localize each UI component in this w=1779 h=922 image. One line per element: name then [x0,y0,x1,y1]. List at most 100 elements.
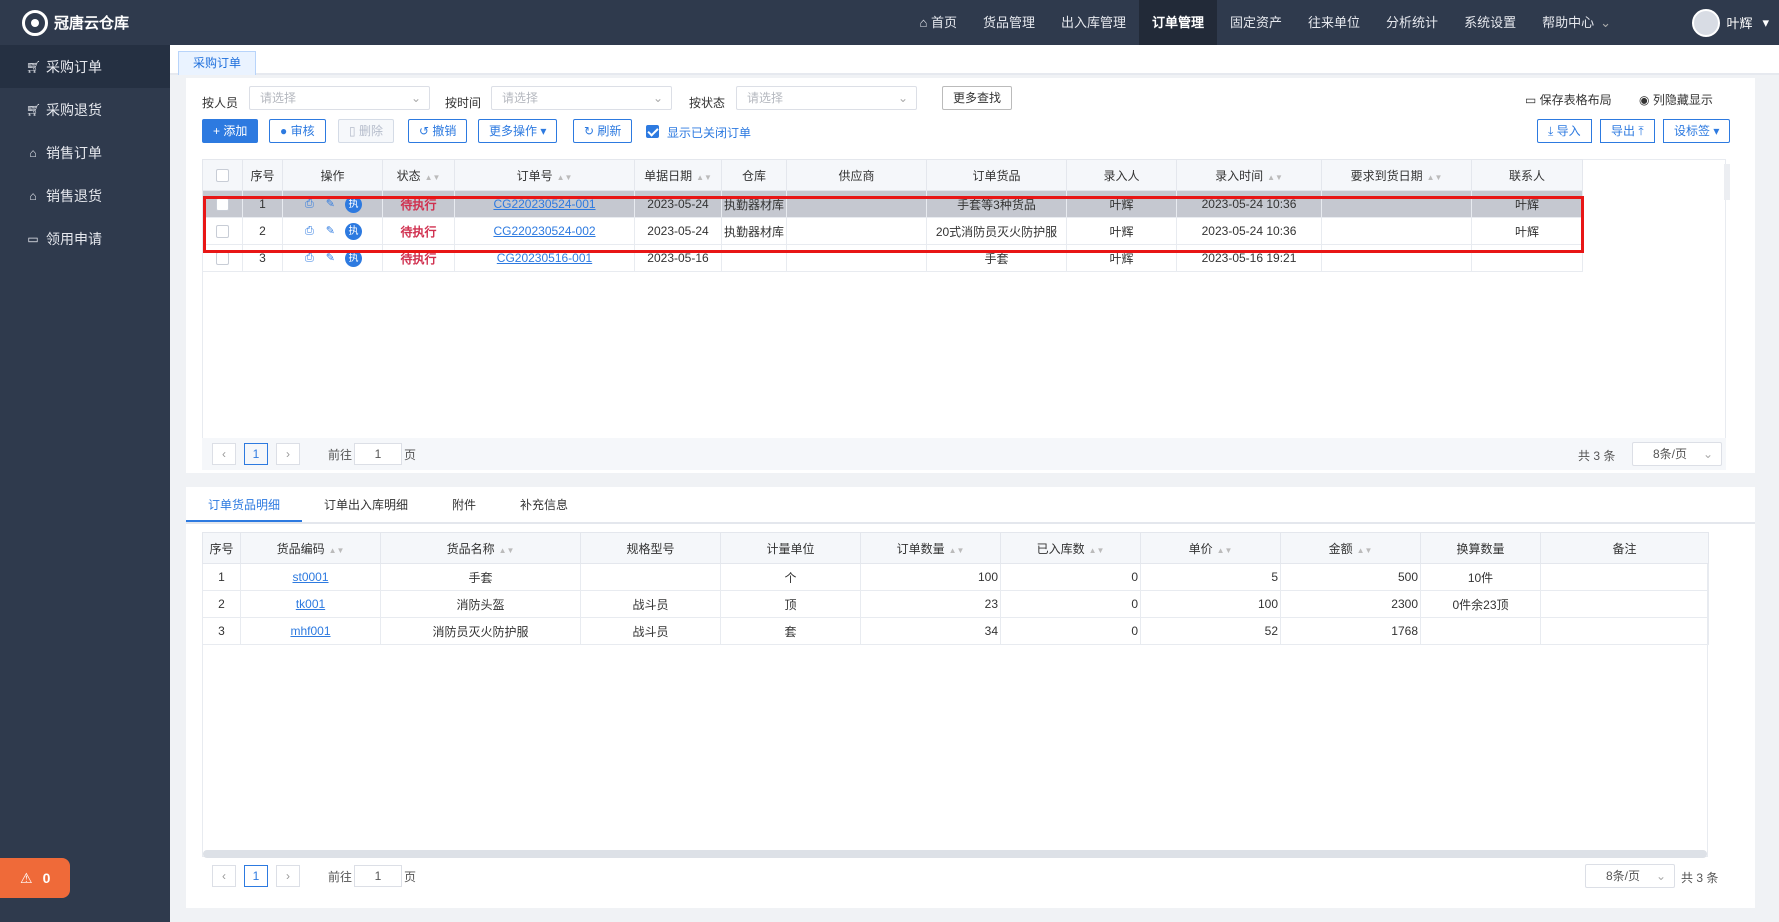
sidebar-item-purchase-return[interactable]: 🛒︎ 采购退货 [0,88,170,131]
page-size-select[interactable]: 8条/页 ⌄ [1585,864,1675,888]
next-page-button[interactable]: › [276,865,300,887]
col-price[interactable]: 单价 ▲▼ [1140,532,1281,564]
sidebar-item-sales-order[interactable]: ⌂ 销售订单 [0,131,170,174]
time-select[interactable]: 请选择 ⌄ [491,86,672,110]
goods-code-link[interactable]: st0001 [292,570,328,584]
nav-item-settings[interactable]: 系统设置 [1451,0,1529,45]
export-button[interactable]: 导出 ⤒ [1600,119,1655,143]
operator-label: 按人员 [202,96,239,110]
goto-page-input[interactable]: 1 [354,865,403,887]
col-entry-person: 录入人 [1066,159,1177,191]
col-goods-name[interactable]: 货品名称 ▲▼ [380,532,581,564]
col-amount[interactable]: 金额 ▲▼ [1280,532,1421,564]
row-checkbox[interactable] [202,244,243,272]
prev-page-button[interactable]: ‹ [212,443,236,465]
more-ops-dropdown[interactable]: 更多操作 ▾ [478,119,558,143]
plus-icon: + [213,124,224,138]
col-supplier: 供应商 [786,159,927,191]
column-toggle-button[interactable]: ◉ 列隐藏显示 [1639,91,1713,108]
table-row[interactable]: 2 ⎙ ✎ 执 待执行 CG220230524-002 2023-05-24 执勤器… [202,217,1583,245]
goto-page-input[interactable]: 1 [354,443,403,465]
print-icon[interactable]: ⎙ [305,225,314,237]
box-icon: ▭ [27,231,39,246]
page-number-current[interactable]: 1 [244,865,268,887]
table-row[interactable]: 1 ⎙ ✎ 执 待执行 CG220230524-001 2023-05-24 执勤器… [202,190,1583,218]
delete-button[interactable]: ▯ 删除 [338,119,394,143]
caret-down-icon: ▾ [537,124,547,138]
edit-icon[interactable]: ✎ [326,252,335,264]
tab-extra-info[interactable]: 补充信息 [498,487,590,522]
tab-purchase-order[interactable]: 采购订单 [178,51,257,75]
goods-code-link[interactable]: tk001 [296,597,325,611]
more-search-button[interactable]: 更多查找 [942,86,1013,110]
print-icon[interactable]: ⎙ [305,252,314,264]
nav-item-goods[interactable]: 货品管理 [970,0,1048,45]
tab-order-goods[interactable]: 订单货品明细 [186,487,303,522]
prev-page-button[interactable]: ‹ [212,865,236,887]
print-icon[interactable]: ⎙ [305,198,314,210]
sidebar-item-sales-return[interactable]: ⌂ 销售退货 [0,174,170,217]
nav-item-orders[interactable]: 订单管理 [1139,0,1218,45]
col-goods-code[interactable]: 货品编码 ▲▼ [240,532,381,564]
execute-button[interactable]: 执 [345,222,363,240]
nav-item-home[interactable]: ⌂ 首页 [906,0,969,45]
table-row[interactable]: 2 tk001 消防头盔 战斗员 顶 23 0 100 2300 0件余23顶 [202,590,1709,618]
row-checkbox[interactable] [202,190,243,218]
col-stocked-qty[interactable]: 已入库数 ▲▼ [1000,532,1141,564]
vertical-scrollbar[interactable] [1724,164,1730,200]
settings-dropdown[interactable]: 设标签 ▾ [1663,119,1731,143]
page-size-select[interactable]: 8条/页 ⌄ [1632,442,1722,466]
edit-icon[interactable]: ✎ [326,225,335,237]
audit-button[interactable]: ● 审核 [269,119,326,143]
save-layout-button[interactable]: ▭ 保存表格布局 [1525,91,1612,108]
order-link[interactable]: CG220230524-002 [493,224,595,238]
execute-button[interactable]: 执 [345,249,363,267]
alarm-badge[interactable]: ⚠ 0 [0,858,70,898]
sort-icon: ▲▼ [424,172,441,182]
table-row[interactable]: 3 mhf001 消防员灭火防护服 战斗员 套 34 0 52 1768 [202,617,1709,645]
nav-item-help[interactable]: 帮助中心 ⌄ [1529,0,1624,45]
user-icon: ● [280,124,291,138]
sort-icon: ▲▼ [1216,545,1233,555]
table-row[interactable]: 3 ⎙ ✎ 执 待执行 CG20230516-001 2023-05-16 手套 叶… [202,244,1583,272]
goods-code-link[interactable]: mhf001 [290,624,330,638]
horizontal-scrollbar[interactable] [203,850,1707,858]
execute-button[interactable]: 执 [345,195,363,213]
home-icon: ⌂ [919,15,931,30]
add-button[interactable]: + 添加 [202,119,259,143]
select-all-checkbox[interactable] [202,159,243,191]
nav-item-analytics[interactable]: 分析统计 [1373,0,1451,45]
checkbox [646,125,659,139]
col-date[interactable]: 单据日期 ▲▼ [634,159,722,191]
sidebar-item-requisition[interactable]: ▭ 领用申请 [0,217,170,260]
nav-item-partners[interactable]: 往来单位 [1295,0,1373,45]
pagination-bar [202,438,1726,470]
col-order-qty[interactable]: 订单数量 ▲▼ [860,532,1001,564]
import-button[interactable]: ⤓ 导入 [1537,119,1592,143]
sidebar-item-purchase-order[interactable]: 🛒︎ 采购订单 [0,45,170,88]
col-status[interactable]: 状态 ▲▼ [382,159,455,191]
edit-icon[interactable]: ✎ [326,198,335,210]
order-link[interactable]: CG220230524-001 [493,197,595,211]
cart-icon: 🛒︎ [26,102,42,117]
page-number-current[interactable]: 1 [244,443,268,465]
show-closed-checkbox[interactable] [646,124,659,139]
tab-attachments[interactable]: 附件 [430,487,498,522]
col-entry-time[interactable]: 录入时间 ▲▼ [1176,159,1322,191]
col-order-no[interactable]: 订单号 ▲▼ [454,159,635,191]
next-page-button[interactable]: › [276,443,300,465]
table-row[interactable]: 1 st0001 手套 个 100 0 5 500 10件 [202,563,1709,591]
row-checkbox[interactable] [202,217,243,245]
cancel-button[interactable]: ↺ 撤销 [408,119,468,143]
user-menu[interactable]: 叶辉 ▾ [1692,0,1769,45]
operator-select[interactable]: 请选择 ⌄ [249,86,430,110]
order-link[interactable]: CG20230516-001 [497,251,592,265]
status-select[interactable]: 请选择 ⌄ [736,86,917,110]
caret-down-icon: ▾ [1710,124,1720,138]
refresh-button[interactable]: ↻ 刷新 [573,119,633,143]
sort-icon: ▲▼ [948,545,965,555]
tab-order-stock-io[interactable]: 订单出入库明细 [302,487,430,522]
col-required-date[interactable]: 要求到货日期 ▲▼ [1321,159,1472,191]
nav-item-stock-io[interactable]: 出入库管理 [1048,0,1139,45]
nav-item-fixed-assets[interactable]: 固定资产 [1217,0,1295,45]
